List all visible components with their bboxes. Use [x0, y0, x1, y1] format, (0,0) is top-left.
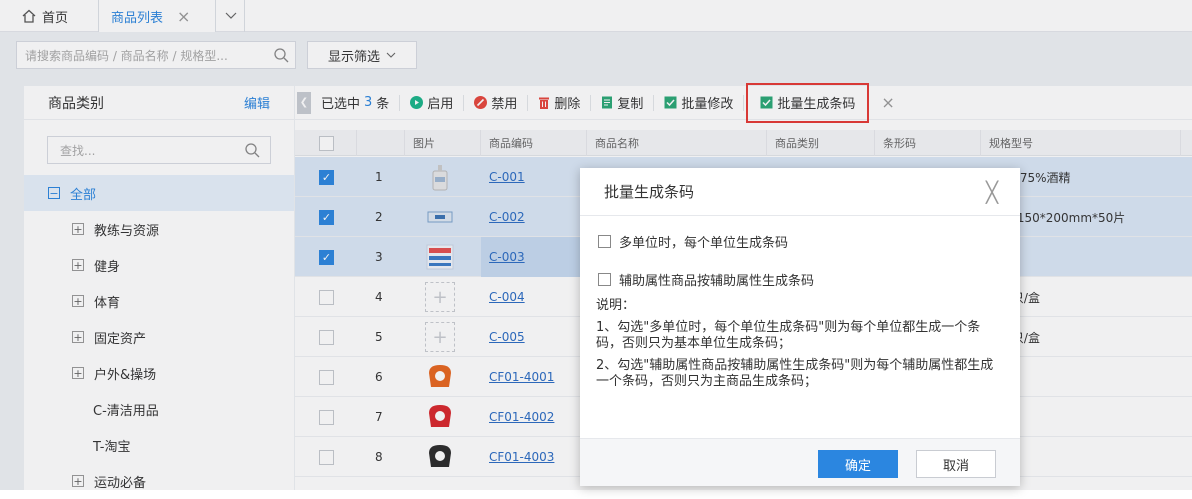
- dialog-title: 批量生成条码: [604, 183, 695, 201]
- option-multi-unit[interactable]: 多单位时，每个单位生成条码: [598, 232, 788, 251]
- note-2: 2、勾选"辅助属性商品按辅助属性生成条码"则为每个辅助属性都生成一个条码，否则只…: [596, 358, 994, 389]
- note-1: 1、勾选"多单位时，每个单位生成条码"则为每个单位都生成一个条码，否则只为基本单…: [596, 320, 981, 351]
- multi-unit-checkbox[interactable]: [598, 235, 611, 248]
- close-icon[interactable]: ╳: [986, 180, 998, 204]
- aux-attr-checkbox[interactable]: [598, 273, 611, 286]
- option-aux-attr-label: 辅助属性商品按辅助属性生成条码: [619, 274, 815, 289]
- batch-barcode-dialog: 批量生成条码 ╳ 多单位时，每个单位生成条码 辅助属性商品按辅助属性生成条码 说…: [580, 168, 1020, 486]
- note-title: 说明：: [596, 298, 636, 313]
- option-aux-attr[interactable]: 辅助属性商品按辅助属性生成条码: [598, 270, 814, 289]
- dialog-header: 批量生成条码 ╳: [580, 168, 1020, 216]
- option-multi-unit-label: 多单位时，每个单位生成条码: [619, 236, 789, 251]
- confirm-button[interactable]: 确定: [818, 450, 898, 478]
- dialog-footer: 确定 取消: [580, 438, 1020, 486]
- dialog-notes: 说明： 1、勾选"多单位时，每个单位生成条码"则为每个单位都生成一个条码，否则只…: [596, 298, 996, 396]
- cancel-button[interactable]: 取消: [916, 450, 996, 478]
